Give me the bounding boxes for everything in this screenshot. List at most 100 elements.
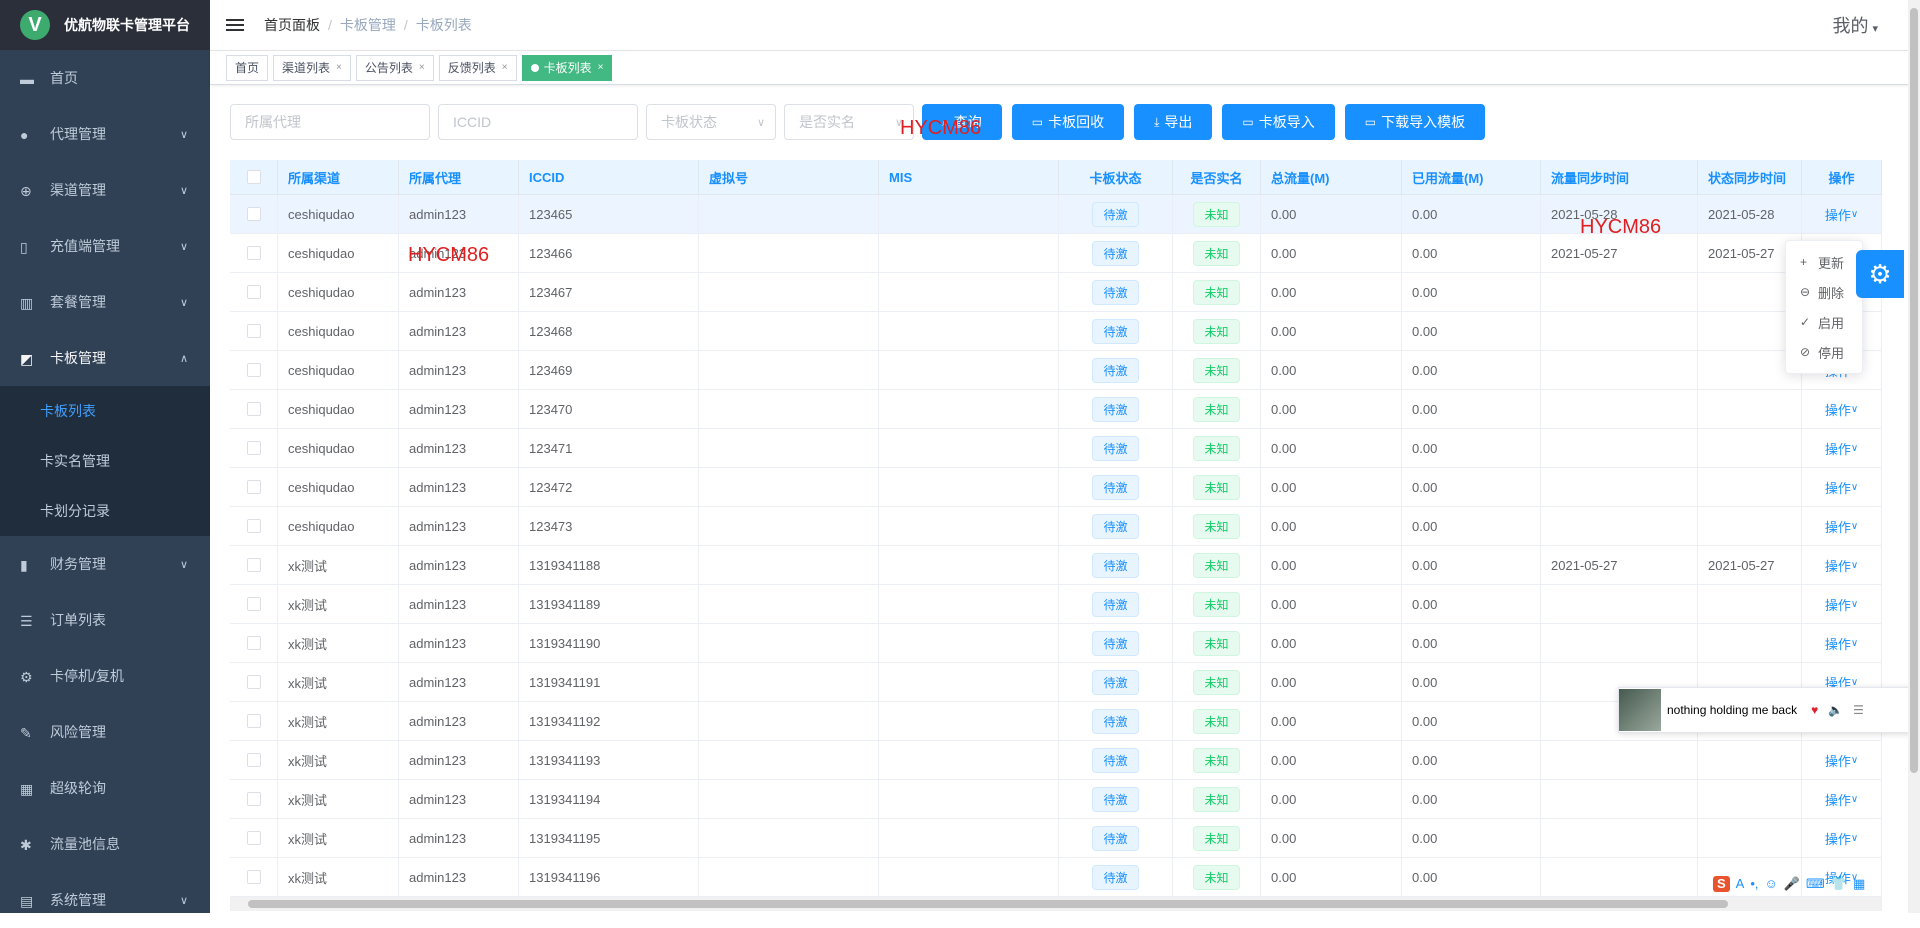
row-checkbox[interactable] <box>230 273 278 311</box>
table-row[interactable]: ceshiqudao admin123 123471 待激 未知 0.00 0.00 操作 ∨ <box>230 429 1882 468</box>
cell-op[interactable]: 操作 ∨ <box>1802 780 1882 818</box>
close-icon[interactable]: × <box>336 62 342 73</box>
operation-link[interactable]: 操作 <box>1825 634 1851 653</box>
cell-op[interactable]: 操作 ∨ <box>1802 546 1882 584</box>
row-checkbox[interactable] <box>230 858 278 896</box>
ime-tool-icon[interactable]: 🎤 <box>1784 876 1800 892</box>
row-checkbox[interactable] <box>230 741 278 779</box>
sidebar-item[interactable]: ▮ 财务管理 ∨ <box>0 536 210 592</box>
row-checkbox[interactable] <box>230 351 278 389</box>
recycle-button[interactable]: ▭ 卡板回收 <box>1011 104 1125 140</box>
row-checkbox[interactable] <box>230 195 278 233</box>
operation-link[interactable]: 操作 <box>1825 517 1851 536</box>
agent-filter-input[interactable]: 所属代理 <box>230 104 430 140</box>
operation-link[interactable]: 操作 <box>1825 790 1851 809</box>
breadcrumb-card-management[interactable]: 卡板管理 <box>340 17 396 33</box>
operation-link[interactable]: 操作 <box>1825 829 1851 848</box>
table-row[interactable]: ceshiqudao admin123 123467 待激 未知 0.00 0.00 <box>230 273 1882 312</box>
heart-icon[interactable]: ♥ <box>1811 703 1818 717</box>
close-icon[interactable]: × <box>502 62 508 73</box>
table-row[interactable]: xk测试 admin123 1319341190 待激 未知 0.00 0.00 操作 ∨ <box>230 624 1882 663</box>
sidebar-subitem[interactable]: 卡划分记录 <box>0 486 210 536</box>
table-row[interactable]: ceshiqudao admin123 123468 待激 未知 0.00 0.00 <box>230 312 1882 351</box>
table-row[interactable]: xk测试 admin123 1319341194 待激 未知 0.00 0.00 操作 ∨ <box>230 780 1882 819</box>
close-icon[interactable]: × <box>419 62 425 73</box>
row-checkbox[interactable] <box>230 702 278 740</box>
ime-tool-icon[interactable]: ▦ <box>1853 876 1865 892</box>
sidebar-item[interactable]: ● 代理管理 ∨ <box>0 106 210 162</box>
sidebar-item[interactable]: ▯ 充值端管理 ∨ <box>0 218 210 274</box>
table-row[interactable]: xk测试 admin123 1319341189 待激 未知 0.00 0.00 操作 ∨ <box>230 585 1882 624</box>
table-row[interactable]: ceshiqudaoadmin123123469待激未知0.000.00操作 ∨ <box>230 351 1882 390</box>
cell-op[interactable]: 操作 ∨ <box>1802 585 1882 623</box>
table-row[interactable]: ceshiqudao admin123 123472 待激 未知 0.00 0.00 操作 ∨ <box>230 468 1882 507</box>
logo[interactable]: V 优航物联卡管理平台 <box>0 0 210 50</box>
sidebar-subitem[interactable]: 卡板列表 <box>0 386 210 436</box>
sidebar-item[interactable]: ✱ 流量池信息 <box>0 816 210 872</box>
iccid-filter-input[interactable]: ICCID <box>438 104 638 140</box>
cell-op[interactable]: 操作 ∨ <box>1802 390 1882 428</box>
select-all-checkbox[interactable] <box>230 160 278 194</box>
sidebar-item[interactable]: ▥ 套餐管理 ∨ <box>0 274 210 330</box>
user-menu[interactable]: 我的 ▾ <box>1832 12 1878 38</box>
operation-link[interactable]: 操作 <box>1825 400 1851 419</box>
sidebar-item[interactable]: ⊕ 渠道管理 ∨ <box>0 162 210 218</box>
sidebar-item[interactable]: ☰ 订单列表 <box>0 592 210 648</box>
table-row[interactable]: xk测试 admin123 1319341193 待激 未知 0.00 0.00 操作 ∨ <box>230 741 1882 780</box>
ime-logo-icon[interactable]: S <box>1713 876 1730 892</box>
cell-op[interactable]: 操作 ∨ <box>1802 468 1882 506</box>
status-filter-select[interactable]: 卡板状态 ∨ <box>646 104 776 140</box>
row-checkbox[interactable] <box>230 663 278 701</box>
volume-icon[interactable]: 🔈 <box>1828 703 1843 717</box>
cell-op[interactable]: 操作 ∨ <box>1802 624 1882 662</box>
operation-link[interactable]: 操作 <box>1825 478 1851 497</box>
operation-link[interactable]: 操作 <box>1825 751 1851 770</box>
dropdown-item[interactable]: ⊘ 停用 <box>1786 337 1862 367</box>
tag-item[interactable]: 渠道列表 × <box>273 54 351 81</box>
vertical-scrollbar[interactable] <box>1908 0 1920 913</box>
import-button[interactable]: ▭ 卡板导入 <box>1222 104 1335 140</box>
operation-link[interactable]: 操作 <box>1825 439 1851 458</box>
dropdown-item[interactable]: ✓ 启用 <box>1786 307 1862 337</box>
operation-link[interactable]: 操作 <box>1825 595 1851 614</box>
operation-link[interactable]: 操作 <box>1825 556 1851 575</box>
dropdown-item[interactable]: ⊖ 删除 <box>1786 277 1862 307</box>
table-row[interactable]: ceshiqudao admin123 123470 待激 未知 0.00 0.00 操作 ∨ <box>230 390 1882 429</box>
vertical-scroll-thumb[interactable] <box>1910 8 1918 773</box>
realname-filter-select[interactable]: 是否实名 ∨ <box>784 104 914 140</box>
sidebar-item[interactable]: ✎ 风险管理 <box>0 704 210 760</box>
row-checkbox[interactable] <box>230 507 278 545</box>
sidebar-subitem[interactable]: 卡实名管理 <box>0 436 210 486</box>
row-checkbox[interactable] <box>230 780 278 818</box>
sidebar-item[interactable]: ⚙ 卡停机/复机 <box>0 648 210 704</box>
settings-gear-icon[interactable]: ⚙ <box>1856 250 1904 298</box>
table-row[interactable]: xk测试 admin123 1319341196 待激 未知 0.00 0.00 操作 ∨ <box>230 858 1882 897</box>
export-button[interactable]: ⤓ 导出 <box>1134 104 1213 140</box>
operation-link[interactable]: 操作 <box>1825 205 1851 224</box>
cell-op[interactable]: 操作 ∨ <box>1802 819 1882 857</box>
row-checkbox[interactable] <box>230 585 278 623</box>
table-row[interactable]: ceshiqudao admin123 123473 待激 未知 0.00 0.00 操作 ∨ <box>230 507 1882 546</box>
tag-item[interactable]: 卡板列表 × <box>521 54 613 81</box>
row-checkbox[interactable] <box>230 546 278 584</box>
cell-op[interactable]: 操作 ∨ <box>1802 429 1882 467</box>
sidebar-item[interactable]: ▦ 超级轮询 <box>0 760 210 816</box>
row-checkbox[interactable] <box>230 234 278 272</box>
sidebar-item[interactable]: ◩ 卡板管理 ∧ <box>0 330 210 386</box>
close-icon[interactable]: × <box>598 62 604 73</box>
tag-item[interactable]: 反馈列表 × <box>438 54 517 81</box>
row-checkbox[interactable] <box>230 468 278 506</box>
sidebar-item[interactable]: ▬ 首页 <box>0 50 210 106</box>
ime-tool-icon[interactable]: 👕 <box>1831 876 1847 892</box>
ime-tool-icon[interactable]: ⌨ <box>1806 876 1825 892</box>
tag-item[interactable]: 公告列表 × <box>355 54 434 81</box>
row-checkbox[interactable] <box>230 390 278 428</box>
row-checkbox[interactable] <box>230 312 278 350</box>
cell-op[interactable]: 操作 ∨ <box>1802 507 1882 545</box>
cell-op[interactable]: 操作 ∨ <box>1802 741 1882 779</box>
ime-tool-icon[interactable]: •, <box>1750 876 1758 892</box>
ime-tool-icon[interactable]: ☺ <box>1765 876 1778 892</box>
sidebar-item[interactable]: ▤ 系统管理 ∨ <box>0 872 210 928</box>
row-checkbox[interactable] <box>230 624 278 662</box>
cell-op[interactable]: 操作 ∨ <box>1802 195 1882 233</box>
